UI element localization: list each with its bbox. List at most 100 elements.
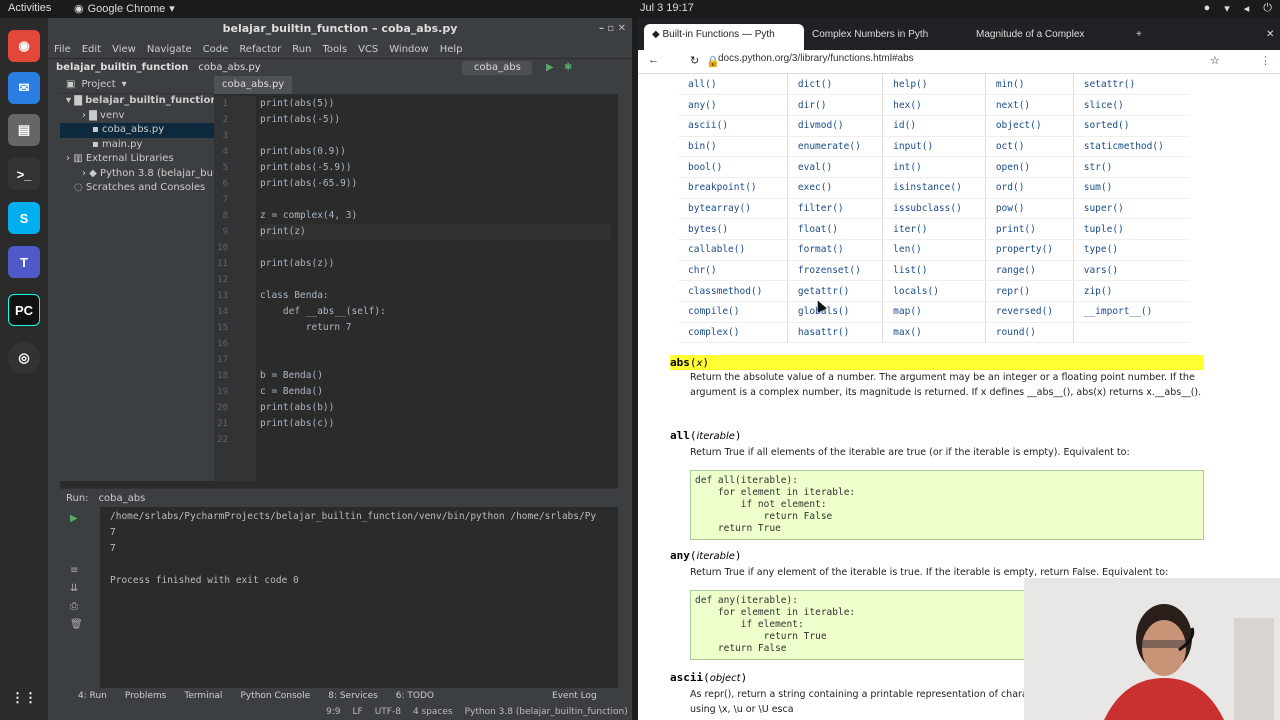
tab-services[interactable]: 8: Services [328,691,378,701]
pycharm-icon[interactable]: PC [8,294,40,326]
chrome-icon[interactable]: ◉ [8,30,40,62]
print-icon[interactable]: ⎙ [70,601,78,612]
tab-run[interactable]: 4: Run [78,691,107,701]
tab-builtin-functions[interactable]: ◆ Built-in Functions — Pyth [644,24,804,50]
menu-code[interactable]: Code [203,44,229,55]
function-link[interactable]: type() [1073,239,1190,261]
menu-help[interactable]: Help [440,44,463,55]
function-link[interactable]: int() [882,156,986,178]
tree-item-python[interactable]: › ◆ Python 3.8 (belajar_bui [60,167,214,182]
function-link[interactable]: pow() [985,198,1074,220]
tab-event-log[interactable]: Event Log [552,691,597,701]
function-link[interactable]: super() [1073,198,1190,220]
reload-icon[interactable]: ↻ [690,54,699,67]
activities-button[interactable]: Activities [8,2,51,14]
tab-problems[interactable]: Problems [125,691,166,701]
function-link[interactable]: float() [787,218,884,240]
function-link[interactable]: locals() [882,280,986,303]
menu-window[interactable]: Window [389,44,428,55]
function-link[interactable]: open() [985,156,1074,178]
menu-vcs[interactable]: VCS [358,44,378,55]
app-grid-icon[interactable]: ⋮⋮ [8,682,40,714]
tab-python-console[interactable]: Python Console [240,691,310,701]
code-line[interactable] [260,432,610,448]
debug-icon[interactable]: ✱ [564,62,572,73]
clock[interactable]: Jul 3 19:17 [640,2,694,14]
menu-tools[interactable]: Tools [322,44,347,55]
function-link[interactable]: reversed() [985,301,1074,323]
code-line[interactable]: print(abs(-65.9)) [260,176,610,192]
trash-icon[interactable]: 🗑 [70,619,83,630]
function-link[interactable]: exec() [787,177,884,199]
function-link[interactable]: frozenset() [787,260,884,282]
function-link[interactable]: iter() [882,218,986,240]
system-tray[interactable]: ● ▾ ◂ ⏻ [1204,2,1272,15]
tab-coba-abs[interactable]: coba_abs.py [214,76,293,94]
function-link[interactable]: round() [985,322,1074,344]
status-encoding[interactable]: UTF-8 [375,707,401,717]
function-link[interactable]: input() [882,136,986,158]
status-indent[interactable]: 4 spaces [413,707,453,717]
function-link[interactable]: chr() [678,260,788,282]
tree-item-venv[interactable]: › ▇ venv [60,109,214,124]
function-link[interactable]: sum() [1073,177,1190,199]
code-line[interactable]: print(abs(5)) [260,96,610,112]
run-config-select[interactable]: coba_abs [462,61,532,75]
function-link[interactable]: bytearray() [678,198,788,220]
app-menu[interactable]: ◉ Google Chrome ▾ [74,2,175,16]
function-link[interactable]: object() [985,115,1074,137]
function-link[interactable]: min() [985,74,1074,96]
function-link[interactable]: slice() [1073,94,1190,116]
function-link[interactable]: eval() [787,156,884,178]
files-icon[interactable]: ▤ [8,114,40,146]
function-link[interactable]: property() [985,239,1074,261]
code-line[interactable] [260,192,610,208]
function-link[interactable]: id() [882,115,986,137]
code-line[interactable]: z = complex(4, 3) [260,208,610,224]
code-line[interactable]: print(z) [260,224,610,240]
function-link[interactable]: range() [985,260,1074,282]
function-link[interactable]: print() [985,218,1074,240]
code-line[interactable] [260,128,610,144]
menu-file[interactable]: File [54,44,71,55]
function-link[interactable]: max() [882,322,986,344]
tree-item-main[interactable]: ▪ main.py [60,138,214,153]
function-link[interactable]: isinstance() [882,177,986,199]
function-link[interactable]: str() [1073,156,1190,178]
code-line[interactable]: c = Benda() [260,384,610,400]
code-line[interactable]: b = Benda() [260,368,610,384]
mail-icon[interactable]: ✉ [8,72,40,104]
function-link[interactable]: complex() [678,322,788,344]
function-link[interactable]: hasattr() [787,322,884,344]
function-link[interactable]: map() [882,301,986,323]
status-position[interactable]: 9:9 [326,707,340,717]
function-link[interactable]: format() [787,239,884,261]
scroll-end-icon[interactable]: ⇊ [70,583,78,594]
terminal-icon[interactable]: >_ [8,158,40,190]
function-link[interactable]: help() [882,74,986,96]
star-icon[interactable]: ☆ [1210,54,1220,67]
obs-icon[interactable]: ◎ [8,342,40,374]
close-icon[interactable]: ✕ [1258,24,1278,50]
status-line-ending[interactable]: LF [352,707,362,717]
function-link[interactable]: vars() [1073,260,1190,282]
code-editor[interactable]: coba_abs.py 1 2 3 4 5 6 7 8 9 10 11 12 13 14 15 16 17 18 1… [214,76,618,481]
url-field[interactable]: docs.python.org/3/library/functions.html… [718,53,914,64]
tab-complex-numbers[interactable]: Complex Numbers in Pyth [804,24,960,50]
menu-navigate[interactable]: Navigate [147,44,192,55]
wrap-icon[interactable]: ≡ [70,565,78,576]
tab-terminal[interactable]: Terminal [184,691,222,701]
menu-run[interactable]: Run [292,44,311,55]
function-link[interactable]: divmod() [787,115,884,137]
menu-view[interactable]: View [112,44,136,55]
function-link[interactable]: getattr() [787,280,884,303]
minimize-icon[interactable]: – [599,18,604,40]
rerun-icon[interactable]: ▶ [70,513,78,524]
function-link[interactable]: staticmethod() [1073,136,1190,158]
function-link[interactable]: any() [678,94,788,116]
function-link[interactable]: zip() [1073,280,1190,303]
function-link[interactable]: dict() [787,74,884,96]
breadcrumb-file[interactable]: coba_abs.py [198,62,260,73]
function-link[interactable]: globals() [787,301,884,323]
function-link[interactable]: filter() [787,198,884,220]
